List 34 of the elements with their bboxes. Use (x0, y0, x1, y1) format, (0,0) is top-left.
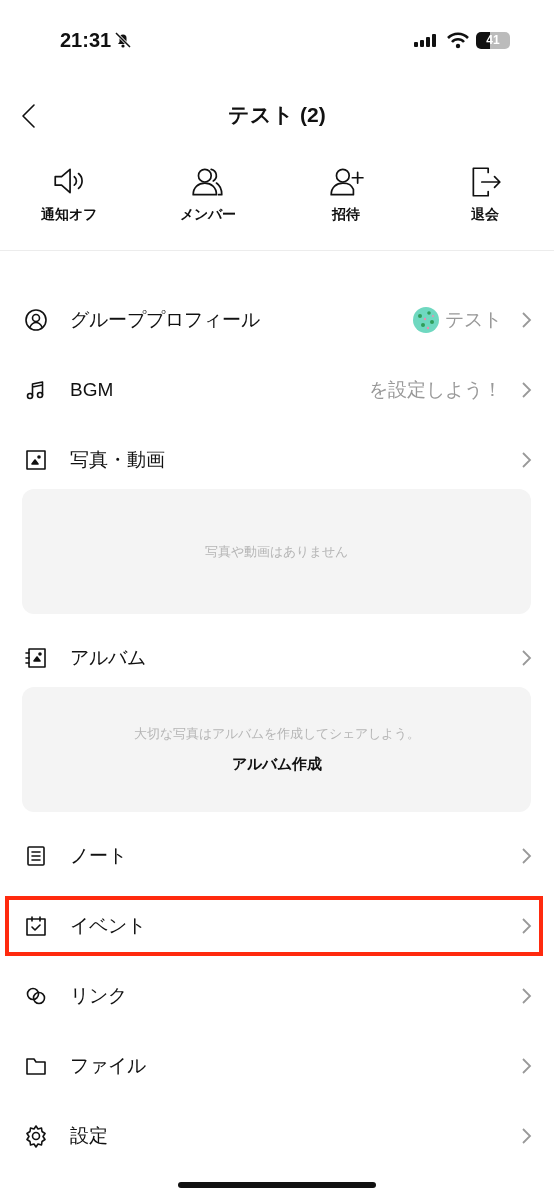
calendar-icon (24, 914, 48, 938)
chevron-right-icon (520, 917, 532, 935)
chat-title: テスト (2) (228, 102, 326, 128)
menu-item[interactable]: 設定 (0, 1101, 554, 1171)
menu-item[interactable]: イベント (0, 891, 554, 961)
action-button[interactable]: 退会 (466, 164, 503, 224)
bell-slash-icon (114, 31, 133, 49)
menu-item[interactable]: ファイル (0, 1031, 554, 1101)
album-icon (24, 646, 48, 670)
chevron-right-icon (520, 381, 532, 399)
image-icon (24, 448, 48, 472)
menu-item[interactable]: BGM を設定しよう！ (0, 355, 554, 425)
empty-message: 写真や動画はありません (205, 542, 348, 561)
chevron-right-icon (520, 451, 532, 469)
chevron-right-icon (520, 847, 532, 865)
menu-item[interactable]: アルバム (0, 623, 554, 693)
chevron-right-icon (520, 311, 532, 329)
gear-icon (24, 1124, 48, 1148)
chevron-right-icon (520, 649, 532, 667)
wifi-icon (446, 31, 470, 49)
action-button[interactable]: メンバー (179, 164, 236, 224)
chevron-right-icon (520, 1127, 532, 1145)
chevron-right-icon (520, 1057, 532, 1075)
menu-item[interactable]: 写真・動画 (0, 425, 554, 495)
action-button[interactable]: 招待 (328, 164, 365, 224)
profile-icon (24, 308, 48, 332)
chevron-right-icon (520, 987, 532, 1005)
menu-item[interactable]: グループプロフィール テスト (0, 285, 554, 355)
menu-item[interactable]: ノート (0, 821, 554, 891)
menu-item[interactable]: リンク (0, 961, 554, 1031)
clock-time: 21:31 (60, 28, 112, 52)
note-icon (24, 844, 48, 868)
create-album-link[interactable]: アルバム作成 (231, 755, 322, 774)
action-button[interactable]: 通知オフ (41, 164, 98, 224)
